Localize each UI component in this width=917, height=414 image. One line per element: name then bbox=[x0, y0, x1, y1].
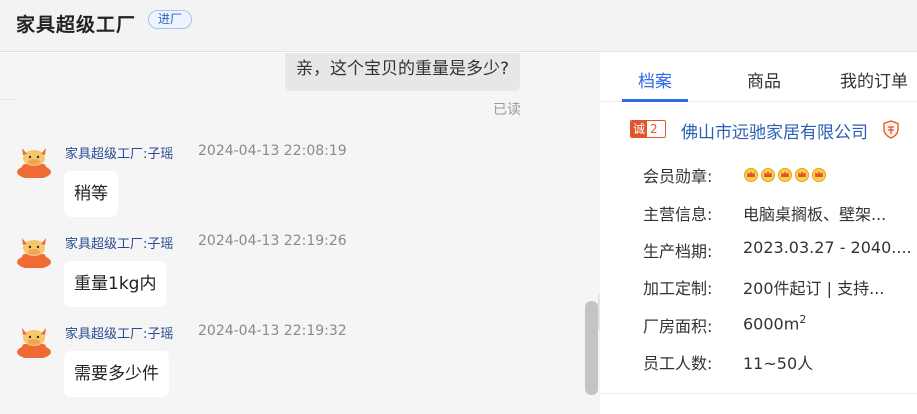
chat-scrollbar[interactable] bbox=[585, 301, 598, 395]
message-time: 2024-04-13 22:19:32 bbox=[198, 323, 347, 339]
avatar[interactable] bbox=[16, 322, 52, 358]
chengxin-badge: 诚 2年 bbox=[630, 120, 667, 138]
active-tab-indicator bbox=[622, 99, 688, 102]
incoming-message-bubble: 需要多少件 bbox=[64, 351, 169, 397]
crown-medal-icon bbox=[778, 168, 792, 182]
divider bbox=[0, 99, 18, 100]
message-item: 家具超级工厂:子瑶 2024-04-13 22:19:26 重量1kg内 bbox=[0, 232, 580, 322]
crown-medal-icon bbox=[761, 168, 775, 182]
member-medals bbox=[743, 166, 827, 182]
enter-factory-button[interactable]: 进厂 bbox=[148, 10, 193, 29]
avatar[interactable] bbox=[16, 232, 52, 268]
chat-area[interactable]: 亲，这个宝贝的重量是多少? 已读 家具超级工厂:子瑶 2024-04-13 22… bbox=[0, 53, 600, 414]
incoming-message-bubble: 稍等 bbox=[64, 171, 118, 217]
shop-title: 家具超级工厂 bbox=[16, 14, 137, 36]
panel-tabs: 档案 商品 我的订单 bbox=[600, 53, 917, 102]
tab-profile[interactable]: 档案 bbox=[622, 67, 688, 92]
avatar[interactable] bbox=[16, 142, 52, 178]
chat-header: 家具超级工厂 进厂 bbox=[0, 0, 917, 52]
read-status: 已读 bbox=[493, 102, 521, 118]
divider bbox=[600, 393, 917, 394]
message-time: 2024-04-13 22:19:26 bbox=[198, 233, 347, 249]
company-name-link[interactable]: 佛山市远驰家居有限公司 bbox=[681, 118, 868, 143]
crown-medal-icon bbox=[795, 168, 809, 182]
crown-medal-icon bbox=[744, 168, 758, 182]
shop-info-panel: 档案 商品 我的订单 诚 2年 佛山市远驰家居有限公司 会员勋章: 主营信息: … bbox=[600, 53, 917, 414]
sender-name[interactable]: 家具超级工厂:子瑶 bbox=[65, 233, 173, 252]
crown-medal-icon bbox=[812, 168, 826, 182]
tab-products[interactable]: 商品 bbox=[747, 67, 781, 92]
sender-name[interactable]: 家具超级工厂:子瑶 bbox=[65, 323, 173, 342]
message-item: 家具超级工厂:子瑶 2024-04-13 22:08:19 稍等 bbox=[0, 142, 580, 232]
shield-icon[interactable] bbox=[882, 120, 900, 139]
incoming-message-bubble: 重量1kg内 bbox=[64, 261, 167, 307]
message-time: 2024-04-13 22:08:19 bbox=[198, 143, 347, 159]
message-item: 家具超级工厂:子瑶 2024-04-13 22:19:32 需要多少件 bbox=[0, 322, 580, 412]
tab-my-orders[interactable]: 我的订单 bbox=[840, 67, 908, 92]
outgoing-message-bubble: 亲，这个宝贝的重量是多少? bbox=[285, 53, 521, 91]
sender-name[interactable]: 家具超级工厂:子瑶 bbox=[65, 143, 173, 162]
